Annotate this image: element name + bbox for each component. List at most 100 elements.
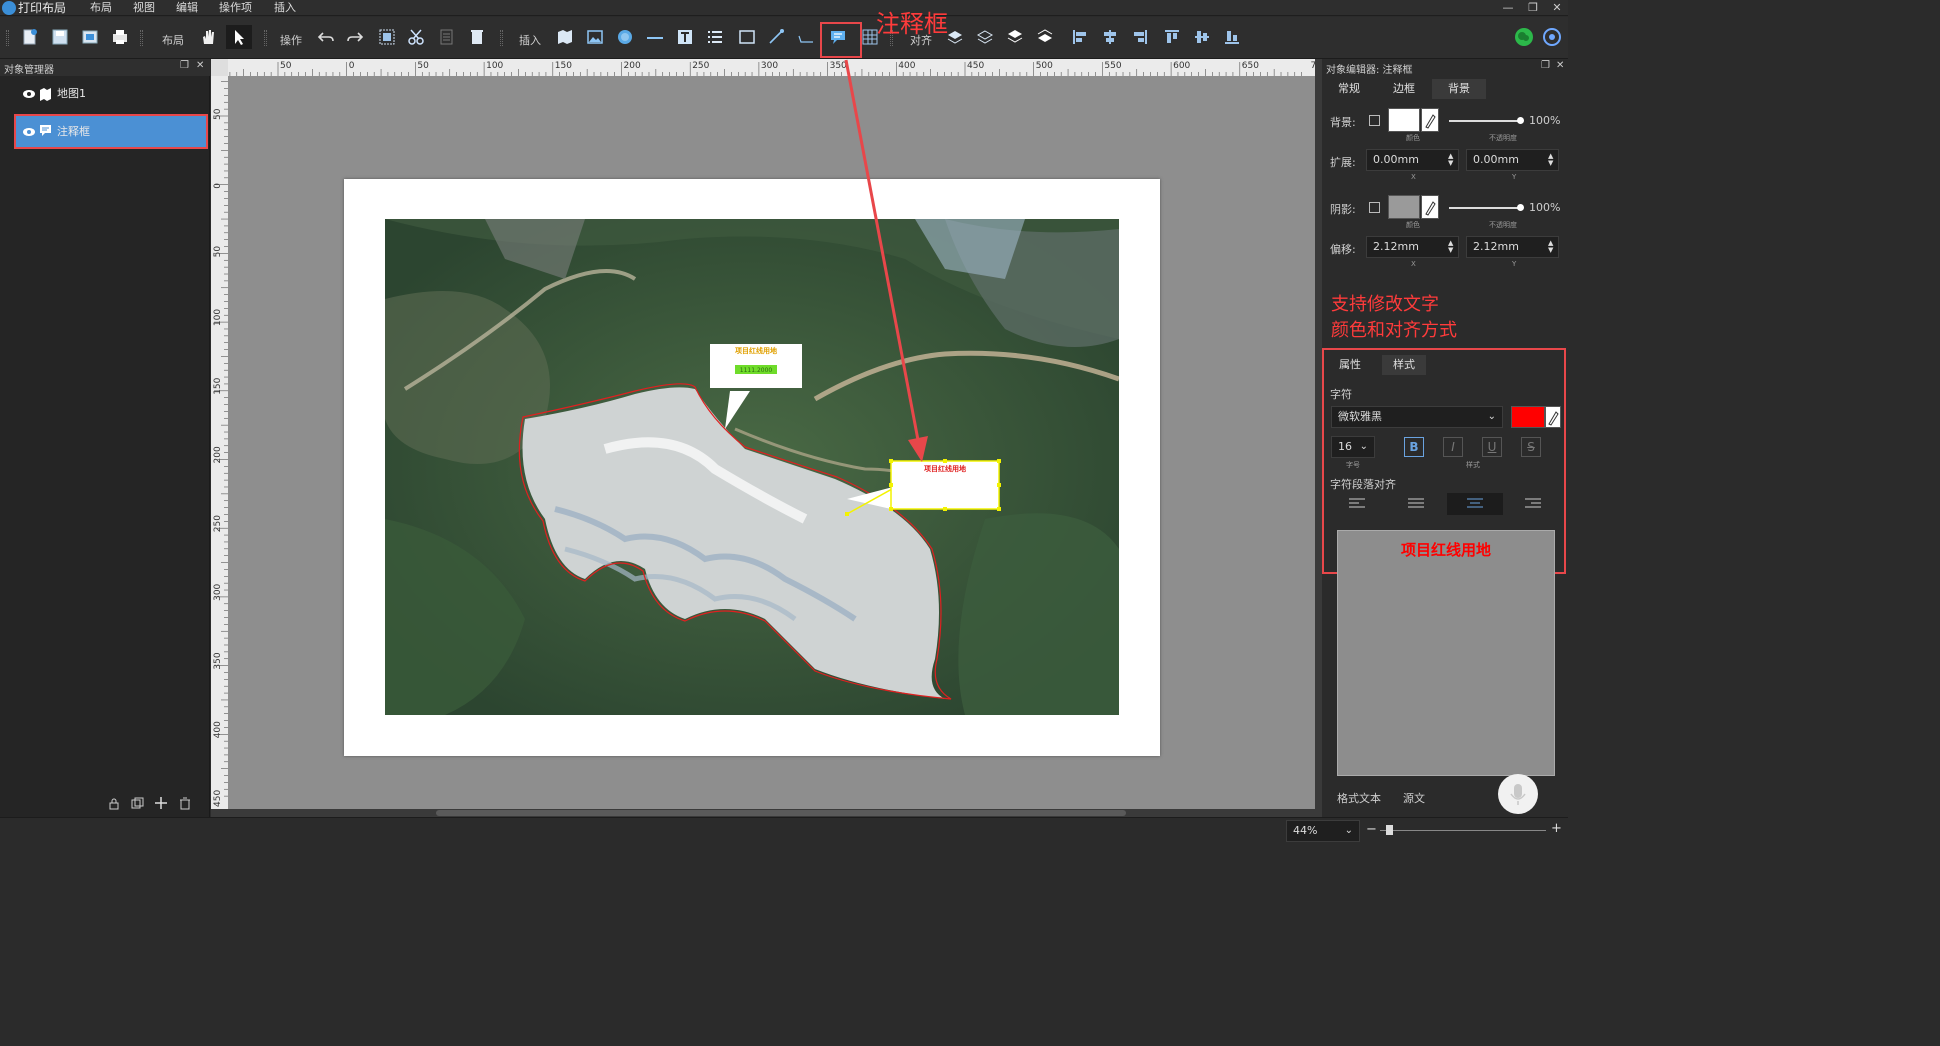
- menu-insert[interactable]: 插入: [274, 0, 296, 16]
- font-color-swatch[interactable]: [1511, 406, 1545, 428]
- horizontal-scrollbar[interactable]: [211, 809, 1315, 817]
- map-frame[interactable]: 项目红线用地 1111.2000 项目红线用地: [385, 219, 1119, 715]
- insert-text-icon[interactable]: [675, 27, 695, 47]
- italic-button[interactable]: I: [1443, 437, 1463, 457]
- align-justify-text-icon[interactable]: [1407, 497, 1425, 514]
- text-editor-area[interactable]: 项目红线用地: [1337, 530, 1555, 776]
- visibility-eye-icon[interactable]: [22, 88, 36, 100]
- insert-polyline-icon[interactable]: [796, 27, 816, 47]
- redo-icon[interactable]: [345, 27, 365, 47]
- shadow-opacity-knob[interactable]: [1517, 204, 1524, 211]
- visibility-eye-icon[interactable]: [22, 126, 36, 138]
- horizontal-scroll-thumb[interactable]: [436, 810, 1126, 816]
- expand-x-field[interactable]: 0.00mm ▲ ▼: [1366, 149, 1459, 171]
- shadow-checkbox[interactable]: [1369, 202, 1380, 213]
- spinner-icon[interactable]: ▲ ▼: [1548, 240, 1554, 254]
- float-panel-icon[interactable]: ❐: [1541, 60, 1550, 71]
- tab-properties[interactable]: 属性: [1330, 355, 1370, 375]
- layer-down-icon[interactable]: [975, 27, 995, 47]
- eyedropper-icon[interactable]: [1421, 108, 1439, 132]
- background-checkbox[interactable]: [1369, 115, 1380, 126]
- align-left-text-icon[interactable]: [1348, 497, 1366, 514]
- underline-button[interactable]: U: [1482, 437, 1502, 457]
- close-panel-icon[interactable]: ✕: [1556, 60, 1564, 71]
- lock-icon[interactable]: [108, 797, 120, 810]
- new-layout-icon[interactable]: [20, 27, 40, 47]
- background-opacity-knob[interactable]: [1517, 117, 1524, 124]
- insert-image-icon[interactable]: [585, 27, 605, 47]
- eyedropper-icon[interactable]: [1421, 195, 1439, 219]
- align-center-text-button[interactable]: [1447, 493, 1503, 515]
- zoom-in-icon[interactable]: +: [1551, 821, 1562, 836]
- pan-hand-icon[interactable]: [198, 27, 218, 47]
- insert-ellipse-icon[interactable]: [615, 27, 635, 47]
- add-icon[interactable]: [154, 796, 168, 810]
- font-select[interactable]: 微软雅黑 ⌄: [1331, 406, 1503, 428]
- insert-legend-icon[interactable]: [705, 27, 725, 47]
- open-icon[interactable]: [80, 27, 100, 47]
- align-hcenter-icon[interactable]: [1100, 27, 1120, 47]
- layer-up-icon[interactable]: [945, 27, 965, 47]
- menu-layout[interactable]: 布局: [90, 0, 112, 16]
- spinner-icon[interactable]: ▲ ▼: [1448, 240, 1454, 254]
- background-opacity-slider[interactable]: [1449, 120, 1521, 122]
- align-vcenter-icon[interactable]: [1192, 27, 1212, 47]
- spinner-icon[interactable]: ▲ ▼: [1448, 153, 1454, 167]
- zoom-select[interactable]: 44% ⌄: [1286, 820, 1360, 842]
- zoom-slider-knob[interactable]: [1386, 825, 1393, 835]
- microphone-icon[interactable]: [1498, 774, 1538, 814]
- insert-rectangle-icon[interactable]: [737, 27, 757, 47]
- menu-edit[interactable]: 编辑: [176, 0, 198, 16]
- close-icon[interactable]: ✕: [1546, 0, 1568, 16]
- copy-icon[interactable]: [437, 27, 457, 47]
- tab-source[interactable]: 源文: [1403, 790, 1425, 806]
- tab-border[interactable]: 边框: [1380, 79, 1428, 99]
- zoom-out-icon[interactable]: −: [1366, 822, 1377, 837]
- font-size-select[interactable]: 16 ⌄: [1331, 436, 1375, 458]
- spinner-icon[interactable]: ▲ ▼: [1548, 153, 1554, 167]
- tab-background[interactable]: 背景: [1432, 79, 1486, 99]
- offset-y-field[interactable]: 2.12mm ▲ ▼: [1466, 236, 1559, 258]
- print-icon[interactable]: [110, 27, 130, 47]
- float-panel-icon[interactable]: ❐: [180, 60, 189, 71]
- shadow-opacity-slider[interactable]: [1449, 207, 1521, 209]
- strikethrough-button[interactable]: S: [1521, 437, 1541, 457]
- vertical-scrollbar[interactable]: [1315, 59, 1322, 817]
- eyedropper-icon[interactable]: [1545, 406, 1561, 428]
- align-bottom-icon[interactable]: [1222, 27, 1242, 47]
- select-all-icon[interactable]: [377, 27, 397, 47]
- tab-general[interactable]: 常规: [1326, 79, 1372, 99]
- undo-icon[interactable]: [316, 27, 336, 47]
- bold-button[interactable]: B: [1404, 437, 1424, 457]
- duplicate-icon[interactable]: [131, 797, 144, 810]
- minimize-icon[interactable]: —: [1497, 0, 1519, 16]
- object-item-callout[interactable]: 注释框: [14, 114, 208, 149]
- insert-map-icon[interactable]: [555, 27, 575, 47]
- align-right-text-icon[interactable]: [1524, 497, 1542, 514]
- select-arrow-icon[interactable]: [226, 25, 252, 49]
- delete-icon[interactable]: [467, 27, 487, 47]
- close-panel-icon[interactable]: ✕: [196, 60, 204, 71]
- align-top-icon[interactable]: [1162, 27, 1182, 47]
- cut-icon[interactable]: [406, 27, 426, 47]
- expand-y-field[interactable]: 0.00mm ▲ ▼: [1466, 149, 1559, 171]
- wechat-icon[interactable]: [1514, 27, 1534, 47]
- layer-bottom-icon[interactable]: [1035, 27, 1055, 47]
- layer-top-icon[interactable]: [1005, 27, 1025, 47]
- object-item-map[interactable]: 地图1: [14, 78, 208, 110]
- shadow-color-swatch[interactable]: [1388, 195, 1420, 219]
- save-icon[interactable]: [50, 27, 70, 47]
- restore-icon[interactable]: ❐: [1522, 0, 1544, 16]
- app-mini-icon[interactable]: [1542, 27, 1562, 47]
- trash-icon[interactable]: [179, 797, 191, 810]
- insert-line-icon[interactable]: [766, 27, 786, 47]
- zoom-slider[interactable]: [1380, 830, 1546, 831]
- align-right-icon[interactable]: [1130, 27, 1150, 47]
- tab-style[interactable]: 样式: [1382, 355, 1426, 375]
- background-color-swatch[interactable]: [1388, 108, 1420, 132]
- tab-rich-text[interactable]: 格式文本: [1337, 790, 1381, 806]
- offset-x-field[interactable]: 2.12mm ▲ ▼: [1366, 236, 1459, 258]
- menu-operations[interactable]: 操作项: [219, 0, 252, 16]
- menu-view[interactable]: 视图: [133, 0, 155, 16]
- insert-scalebar-icon[interactable]: [645, 27, 665, 47]
